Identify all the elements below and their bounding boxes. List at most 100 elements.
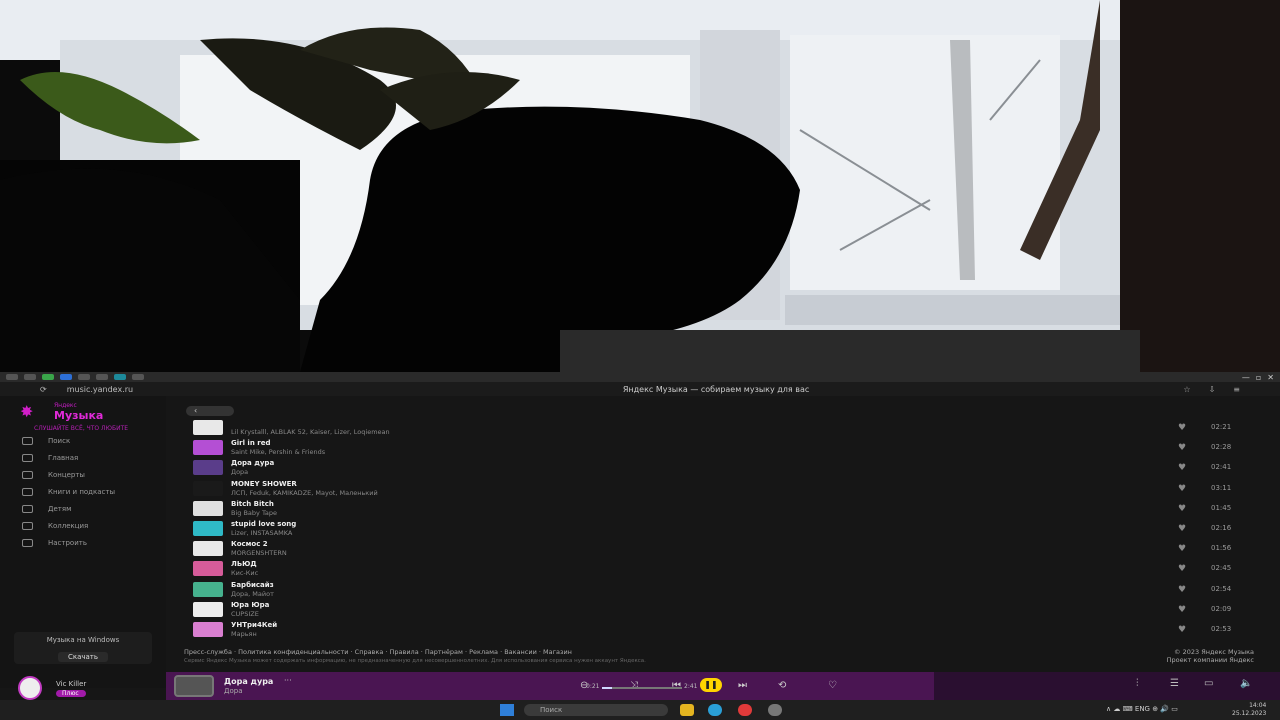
track-row[interactable]: Girl in red Saint Mike, Pershin & Friends… (178, 438, 1268, 458)
yandex-music-icon[interactable] (738, 704, 752, 716)
sidebar-item-search[interactable]: Поиск (22, 432, 115, 449)
track-row[interactable]: Космос 2 MORGENSHTERN ♥ 01:56 (178, 539, 1268, 559)
track-cover[interactable] (193, 601, 223, 617)
like-icon[interactable]: ♥ (1178, 524, 1186, 534)
footer-links[interactable]: Пресс-служба · Политика конфиденциальнос… (184, 648, 572, 656)
track-artist[interactable]: MORGENSHTERN (231, 549, 287, 557)
track-row[interactable]: УНТри4Кей Марьян ♥ 02:53 (178, 620, 1268, 640)
queue-icon[interactable]: ☰ (1170, 678, 1179, 689)
sidebar-item-kids[interactable]: Детям (22, 500, 115, 517)
browser-tab[interactable] (114, 374, 126, 380)
track-row[interactable]: Lil Krystalll, ALBLAK 52, Kaiser, Lizer,… (178, 418, 1268, 438)
folder-icon[interactable] (680, 704, 694, 716)
track-row[interactable]: Дора дура Дора ♥ 02:41 (178, 458, 1268, 478)
shuffle-icon[interactable]: ⤨ (630, 680, 638, 691)
url-field[interactable]: music.yandex.ru (67, 385, 267, 394)
like-icon[interactable]: ♥ (1178, 484, 1186, 494)
more-options-icon[interactable]: ··· (284, 676, 292, 685)
track-artist[interactable]: CUPSIZE (231, 610, 259, 618)
minimize-icon[interactable]: — (1242, 373, 1250, 382)
track-artist[interactable]: Марьян (231, 630, 257, 638)
track-title[interactable]: УНТри4Кей (231, 621, 277, 629)
track-cover[interactable] (193, 541, 223, 557)
track-artist[interactable]: Дора, Майот (231, 590, 274, 598)
sidebar-item-concerts[interactable]: Концерты (22, 466, 115, 483)
menu-icon[interactable]: ≡ (1233, 385, 1240, 394)
equalizer-icon[interactable]: ⫶ (1136, 678, 1139, 689)
like-icon[interactable]: ♥ (1178, 504, 1186, 514)
like-icon[interactable]: ♥ (1178, 463, 1186, 473)
browser-tab[interactable] (60, 374, 72, 380)
track-cover[interactable] (193, 460, 223, 476)
track-cover[interactable] (193, 581, 223, 597)
track-title[interactable]: Космос 2 (231, 540, 268, 548)
taskbar-search[interactable]: Поиск (524, 704, 668, 716)
track-artist[interactable]: Lizer, INSTASAMKA (231, 529, 292, 537)
track-cover[interactable] (193, 480, 223, 496)
track-title[interactable]: ЛЬЮД (231, 560, 257, 568)
previous-icon[interactable]: ⏮ (672, 680, 681, 691)
track-artist[interactable]: Дора (231, 468, 248, 476)
user-profile[interactable]: Vic Killer Плюс (18, 676, 87, 700)
repeat-icon[interactable]: ⟲ (778, 680, 786, 691)
progress-bar[interactable] (602, 687, 682, 689)
browser-tab[interactable] (96, 374, 108, 380)
browser-tab[interactable] (78, 374, 90, 380)
download-icon[interactable]: ⇩ (1209, 385, 1216, 394)
browser-tab[interactable] (6, 374, 18, 380)
track-row[interactable]: Bitch Bitch Big Baby Tape ♥ 01:45 (178, 499, 1268, 519)
track-artist[interactable]: Кис-Кис (231, 569, 258, 577)
track-artist[interactable]: Lil Krystalll, ALBLAK 52, Kaiser, Lizer,… (231, 428, 390, 436)
track-cover[interactable] (193, 420, 223, 435)
track-cover[interactable] (193, 621, 223, 637)
pause-button[interactable]: ❚❚ (700, 678, 722, 692)
track-artist[interactable]: Big Baby Tape (231, 509, 277, 517)
device-icon[interactable]: ▭ (1204, 678, 1213, 689)
track-row[interactable]: ЛЬЮД Кис-Кис ♥ 02:45 (178, 559, 1268, 579)
track-cover[interactable] (193, 440, 223, 456)
track-row[interactable]: stupid love song Lizer, INSTASAMKA ♥ 02:16 (178, 519, 1268, 539)
sidebar-item-settings[interactable]: Настроить (22, 534, 115, 551)
track-title[interactable]: stupid love song (231, 520, 296, 528)
track-artist[interactable]: ЛСП, Feduk, KAMIKADZE, Mayot, Маленький (231, 489, 378, 497)
sidebar-item-home[interactable]: Главная (22, 449, 115, 466)
track-title[interactable]: Girl in red (231, 439, 270, 447)
close-icon[interactable]: ✕ (1267, 373, 1274, 382)
track-title[interactable]: Барбисайз (231, 581, 274, 589)
like-icon[interactable]: ♥ (1178, 544, 1186, 554)
settings-app-icon[interactable] (768, 704, 782, 716)
track-cover[interactable] (193, 561, 223, 577)
reload-icon[interactable]: ⟳ (40, 385, 47, 394)
like-icon[interactable]: ♥ (1178, 564, 1186, 574)
volume-icon[interactable]: 🔈 (1240, 678, 1252, 689)
track-title[interactable]: Bitch Bitch (231, 500, 274, 508)
player-track-artist[interactable]: Дора (224, 687, 242, 695)
next-icon[interactable]: ⏭ (738, 680, 747, 691)
download-button[interactable]: Скачать (57, 652, 109, 662)
like-icon[interactable]: ♥ (1178, 423, 1186, 433)
track-artist[interactable]: Saint Mike, Pershin & Friends (231, 448, 325, 456)
track-cover[interactable] (193, 500, 223, 516)
avatar[interactable] (18, 676, 42, 700)
like-icon[interactable]: ♡ (828, 680, 837, 691)
track-cover[interactable] (193, 520, 223, 536)
maximize-icon[interactable]: ▫ (1256, 373, 1261, 382)
like-icon[interactable]: ♥ (1178, 625, 1186, 635)
player-cover[interactable] (174, 675, 214, 697)
edge-icon[interactable] (708, 704, 722, 716)
track-row[interactable]: Барбисайз Дора, Майот ♥ 02:54 (178, 580, 1268, 600)
track-row[interactable]: Юра Юра CUPSIZE ♥ 02:09 (178, 600, 1268, 620)
like-icon[interactable]: ♥ (1178, 585, 1186, 595)
bookmark-icon[interactable]: ☆ (1183, 385, 1190, 394)
sidebar-item-collection[interactable]: Коллекция (22, 517, 115, 534)
track-row[interactable]: MONEY SHOWER ЛСП, Feduk, KAMIKADZE, Mayot… (178, 479, 1268, 499)
back-button[interactable]: ‹ (186, 406, 234, 416)
new-tab-button[interactable] (132, 374, 144, 380)
like-icon[interactable]: ♥ (1178, 443, 1186, 453)
track-title[interactable]: Дора дура (231, 459, 274, 467)
track-title[interactable]: MONEY SHOWER (231, 480, 297, 488)
player-track-title[interactable]: Дора дура (224, 677, 273, 686)
browser-tab[interactable] (42, 374, 54, 380)
sidebar-item-books[interactable]: Книги и подкасты (22, 483, 115, 500)
windows-start-icon[interactable] (500, 704, 514, 716)
